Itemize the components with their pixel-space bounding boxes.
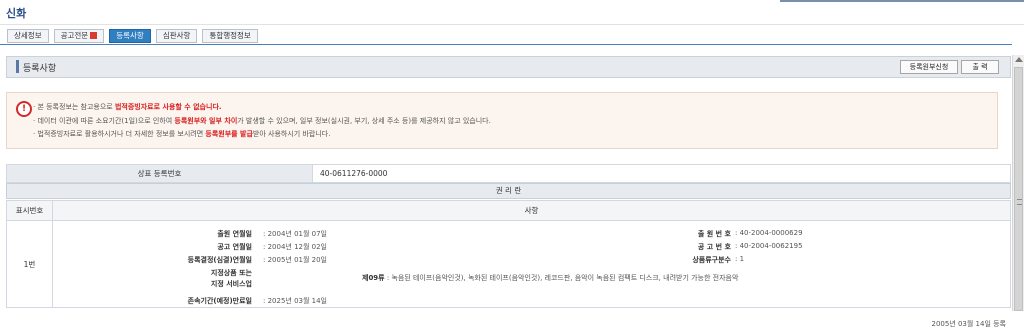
goods-class: 제09류: [362, 274, 385, 282]
notice-line-3-emphasis: 등록원부를 발급: [205, 130, 253, 138]
tab-trial-label: 심판사항: [162, 31, 191, 40]
notice-line-3-tail: 받아 사용하시기 바랍니다.: [252, 130, 331, 138]
section-title: 등록사항: [23, 64, 57, 74]
print-button[interactable]: 출 력: [961, 60, 999, 74]
tab-detail[interactable]: 상세정보: [7, 29, 49, 43]
tab-publication-label: 공고전문: [60, 31, 89, 40]
scroll-up-arrow-icon[interactable]: [1015, 57, 1023, 62]
decision-date-value: : 2005년 01월 20일: [263, 256, 327, 264]
goods-label-1: 지정상품 또는: [210, 269, 252, 277]
tab-publication[interactable]: 공고전문: [53, 29, 105, 43]
publication-date-value: : 2004년 12월 02일: [263, 243, 327, 251]
scroll-thumb[interactable]: [1014, 67, 1023, 311]
application-number-label: 출 원 번 호: [697, 230, 731, 238]
row-content: 출원 연월일 : 2004년 01월 07일 공고 연월일 : 2004년 12…: [52, 220, 1011, 328]
class-count-value: : 1: [735, 255, 745, 263]
tab-registration-label: 등록사항: [116, 31, 144, 40]
top-accent-line: [780, 0, 1024, 2]
request-registry-button[interactable]: 등록원부신청: [900, 60, 958, 74]
tab-divider: [0, 44, 1012, 45]
col-content-header: 사항: [52, 200, 1011, 221]
notice-line-3: · 법적증빙자료로 활용하시거나 더 자세한 정보를 보시려면 등록원부를 발급…: [33, 130, 331, 138]
table-row: 1번 출원 연월일 : 2004년 01월 07일 공고 연월일 : 2004년…: [6, 220, 1011, 328]
notice-line-2-emphasis: 등록원부와 일부 차이: [174, 117, 238, 125]
decision-date-label: 등록결정(심결)연월일: [187, 256, 252, 264]
goods-text: : 녹음된 테이프(음악인것), 녹화된 테이프(음악인것), 레코드판, 음악…: [386, 274, 739, 282]
publication-date-label: 공고 연월일: [217, 243, 252, 251]
notice-line-2-text: 데이터 이관에 따른 소요기간(1일)으로 인하여: [37, 117, 175, 125]
notice-line-1-emphasis: 법적증빙자료로 사용할 수 없습니다.: [114, 103, 222, 111]
notice-line-1-text: 본 등록정보는 참고용으로: [37, 103, 115, 111]
registration-number-table: 상표 등록번호 40-0611276-0000: [6, 164, 1011, 183]
filing-date-label: 출원 연월일: [217, 230, 252, 238]
notice-line-2: · 데이터 이관에 따른 소요기간(1일)으로 인하여 등록원부와 일부 차이가…: [33, 117, 491, 125]
rights-table: 표시번호 사항 1번 출원 연월일 : 2004년 01월 07일 공고 연월일…: [6, 200, 1011, 328]
tab-registration[interactable]: 등록사항: [109, 29, 151, 43]
publication-number-label: 공 고 번 호: [697, 243, 731, 251]
expiry-date-value: : 2025년 03월 14일: [263, 297, 327, 305]
vertical-scrollbar[interactable]: [1012, 55, 1024, 311]
tab-bar: 상세정보 공고전문 등록사항 심판사항 통합행정정보: [7, 29, 258, 43]
app-title: 신화: [6, 7, 27, 20]
tab-admin-info-label: 통합행정정보: [209, 31, 251, 40]
top-bar: 신화: [0, 0, 1024, 25]
pdf-icon: [90, 32, 98, 39]
col-index-header: 표시번호: [6, 200, 53, 221]
class-count-label: 상품류구분수: [692, 256, 731, 264]
notice-line-2-tail: 가 발생할 수 있으며, 일부 정보(실시권, 부기, 상세 주소 등)를 제공…: [237, 117, 491, 125]
publication-number-value: : 40-2004-0062195: [735, 242, 803, 250]
section-marker: [16, 60, 19, 73]
rights-header: 권 리 란: [6, 183, 1011, 199]
filing-date-value: : 2004년 01월 07일: [263, 230, 327, 238]
tab-detail-label: 상세정보: [14, 31, 42, 40]
grip-icon: [1017, 199, 1022, 205]
goods-label-2: 지정 서비스업: [210, 280, 252, 288]
designated-goods: 제09류 : 녹음된 테이프(음악인것), 녹화된 테이프(음악인것), 레코드…: [362, 273, 738, 283]
tab-admin-info[interactable]: 통합행정정보: [202, 29, 258, 43]
registration-date-note: 2005년 03월 14일 등록: [931, 320, 1006, 328]
expiry-date-label: 존속기간(예정)만료일: [187, 297, 252, 305]
registration-number-value: 40-0611276-0000: [312, 164, 1011, 183]
notice-line-3-text: 법적증빙자료로 활용하시거나 더 자세한 정보를 보시려면: [37, 130, 206, 138]
notice-line-1: · 본 등록정보는 참고용으로 법적증빙자료로 사용할 수 없습니다.: [33, 103, 222, 111]
tab-trial[interactable]: 심판사항: [155, 29, 198, 43]
section-header: [6, 56, 1011, 78]
warning-icon: !: [16, 101, 32, 117]
application-number-value: : 40-2004-0000629: [735, 229, 803, 237]
registration-number-label: 상표 등록번호: [6, 164, 313, 183]
row-index: 1번: [6, 220, 53, 308]
